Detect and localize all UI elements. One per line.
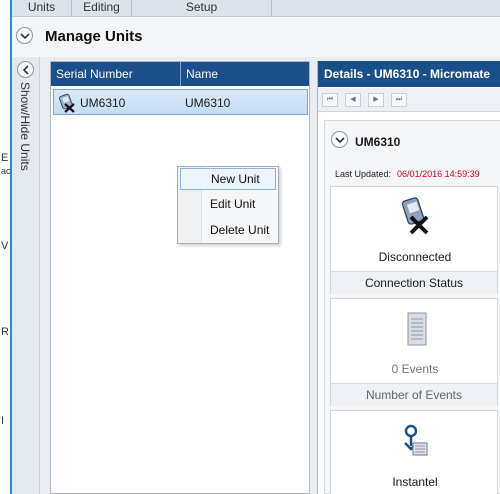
edge-letter: R [1, 326, 9, 338]
collapse-header-button[interactable] [16, 27, 33, 44]
manufacturer-value: Instantel [392, 475, 438, 489]
tab-editing[interactable]: Editing [72, 0, 132, 16]
last-updated-timestamp: 06/01/2016 14:59:39 [397, 169, 480, 179]
manufacturer-card[interactable]: Instantel [330, 410, 498, 494]
events-count-value: 0 Events [391, 362, 439, 376]
record-navigation-bar: ⏮ ◀ ▶ ⏭ [318, 88, 500, 112]
details-header: Details - UM6310 - Micromate [318, 61, 500, 87]
ribbon-tab-bar: Units Editing Setup [12, 0, 500, 17]
last-updated-label: Last Updated: [335, 169, 392, 179]
show-hide-units-label: Show/Hide Units [18, 82, 32, 171]
last-record-button[interactable]: ⏭ [391, 93, 407, 107]
edge-letter: ac [1, 166, 11, 176]
next-record-button[interactable]: ▶ [368, 93, 384, 107]
connection-status-card[interactable]: Disconnected Connection Status [330, 186, 498, 294]
collapse-units-button[interactable] [17, 61, 34, 78]
first-record-button[interactable]: ⏮ [322, 93, 338, 107]
chevron-down-icon [20, 33, 30, 40]
collapse-summary-button[interactable] [331, 131, 348, 148]
edge-letter: I [1, 415, 5, 427]
menu-item-delete-unit[interactable]: Delete Unit [180, 220, 276, 242]
previous-record-button[interactable]: ◀ [345, 93, 361, 107]
events-document-icon [407, 312, 427, 346]
details-panel: Details - UM6310 - Micromate ⏮ ◀ ▶ ⏭ UM6… [317, 61, 500, 494]
chevron-left-icon [22, 65, 29, 75]
instantel-logo-icon [404, 424, 428, 456]
unit-context-menu: New Unit Edit Unit Delete Unit [177, 166, 279, 244]
unit-title: UM6310 [355, 135, 401, 149]
tab-setup[interactable]: Setup [132, 0, 272, 16]
disconnected-device-icon [58, 93, 75, 113]
unit-serial-number: UM6310 [80, 96, 126, 110]
tab-units[interactable]: Units [12, 0, 72, 16]
column-header-serial-number[interactable]: Serial Number [51, 62, 181, 86]
table-row[interactable]: UM6310 UM6310 [53, 89, 308, 115]
menu-item-edit-unit[interactable]: Edit Unit [180, 194, 276, 216]
edge-letter: E [1, 152, 9, 164]
unit-name: UM6310 [185, 96, 231, 110]
edge-letter: V [1, 240, 9, 252]
chevron-down-icon [335, 137, 345, 144]
units-list: Serial Number Name UM6310 UM6310 [50, 61, 310, 494]
window-edge-strip: E ac V R I [0, 0, 12, 494]
page-header: Manage Units [12, 17, 500, 57]
column-header-name[interactable]: Name [181, 62, 309, 86]
last-updated: Last Updated: 06/01/2016 14:59:39 [335, 169, 480, 179]
units-list-header: Serial Number Name [51, 62, 309, 86]
events-count-label: Number of Events [331, 383, 497, 406]
unit-summary: UM6310 Last Updated: 06/01/2016 14:59:39 … [324, 120, 500, 494]
connection-status-label: Connection Status [331, 271, 497, 294]
events-card[interactable]: 0 Events Number of Events [330, 298, 498, 406]
disconnected-device-icon [401, 197, 429, 235]
menu-item-new-unit[interactable]: New Unit [180, 168, 276, 190]
show-hide-units-strip[interactable]: Show/Hide Units [12, 57, 40, 494]
connection-status-value: Disconnected [378, 250, 452, 264]
page-title: Manage Units [45, 28, 143, 45]
